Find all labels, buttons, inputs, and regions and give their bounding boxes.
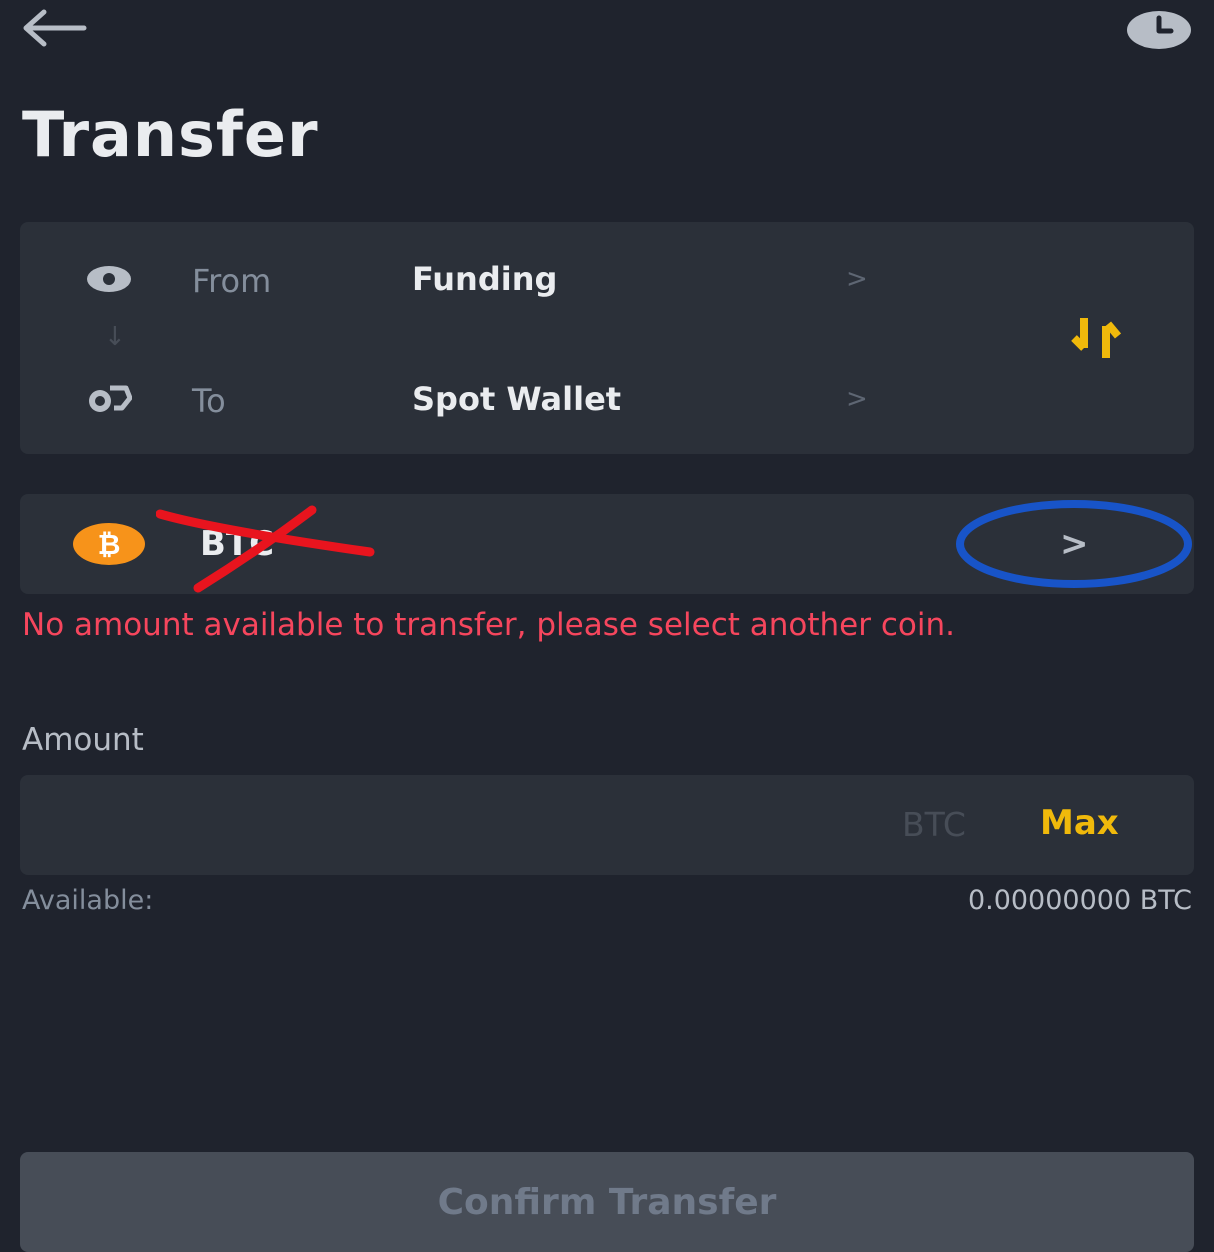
page-title: Transfer [22, 98, 319, 171]
available-value: 0.00000000 BTC [967, 885, 1192, 916]
wallet-selector-card: From Funding > ↓ To Spot Wallet > [20, 222, 1194, 454]
wallet-icon [89, 385, 132, 412]
available-label: Available: [22, 885, 154, 916]
svg-text:₿: ₿ [98, 528, 121, 561]
back-button[interactable] [18, 8, 88, 48]
chevron-right-icon: > [846, 264, 868, 294]
to-label: To [192, 382, 226, 420]
coin-selector[interactable]: ₿ BTC > [20, 494, 1194, 594]
from-label: From [192, 262, 272, 300]
clock-icon [1127, 11, 1191, 49]
swap-arrows-icon[interactable] [1070, 316, 1134, 360]
chevron-right-icon: > [846, 384, 868, 414]
error-message: No amount available to transfer, please … [22, 607, 955, 643]
bitcoin-icon: ₿ [73, 523, 145, 565]
from-wallet-value: Funding [412, 260, 558, 298]
blue-circle-annotation [956, 500, 1192, 588]
amount-unit: BTC [902, 805, 966, 844]
to-wallet-value: Spot Wallet [412, 380, 622, 418]
arrow-down-icon: ↓ [104, 322, 126, 352]
eye-icon [87, 266, 131, 292]
red-cross-annotation [156, 505, 375, 593]
max-button[interactable]: Max [1040, 803, 1119, 843]
amount-label: Amount [22, 722, 144, 758]
arrow-left-icon [23, 9, 87, 47]
history-button[interactable] [1124, 6, 1194, 52]
amount-input[interactable]: BTC Max [20, 775, 1194, 875]
confirm-transfer-button[interactable]: Confirm Transfer [20, 1152, 1194, 1252]
